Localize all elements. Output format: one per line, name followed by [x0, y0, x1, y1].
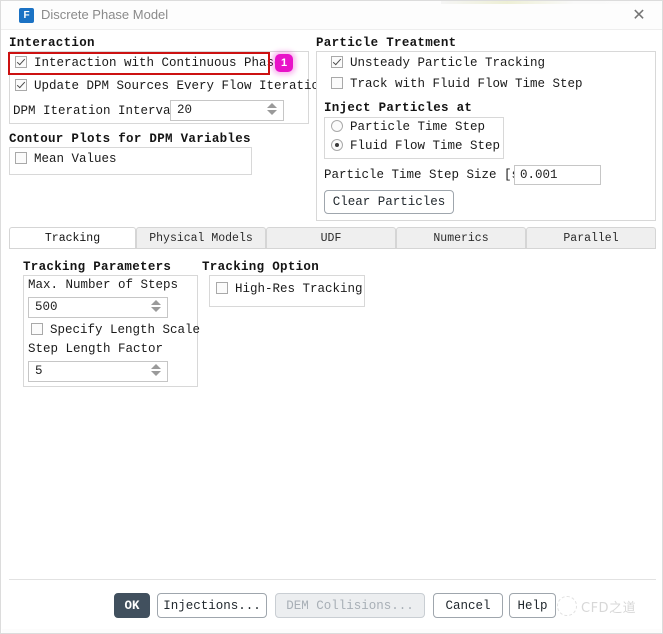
max-number-of-steps-label: Max. Number of Steps: [28, 278, 179, 292]
checkbox-interaction-with-continuous-phase[interactable]: Interaction with Continuous Phase: [15, 56, 282, 70]
ok-button[interactable]: OK: [114, 593, 150, 618]
checkbox-label: Unsteady Particle Tracking: [350, 56, 546, 70]
radio-label: Particle Time Step: [350, 120, 486, 134]
clear-particles-button[interactable]: Clear Particles: [324, 190, 454, 214]
radio-label: Fluid Flow Time Step: [350, 139, 501, 153]
dpm-iteration-interval-value: 20: [177, 103, 193, 117]
checkbox-track-with-fluid-flow-time-step[interactable]: Track with Fluid Flow Time Step: [331, 77, 583, 91]
close-icon[interactable]: ✕: [628, 6, 650, 26]
contour-plots-heading: Contour Plots for DPM Variables: [9, 132, 251, 146]
checkbox-mean-values[interactable]: Mean Values: [15, 152, 117, 166]
tab-strip: Tracking Physical Models UDF Numerics Pa…: [9, 227, 656, 249]
max-number-of-steps-stepper[interactable]: 500: [28, 297, 168, 318]
footer-separator: [9, 579, 656, 580]
checkbox-icon-checked: [15, 79, 27, 91]
background-bleed: [441, 1, 661, 4]
checkbox-specify-length-scale[interactable]: Specify Length Scale: [31, 323, 200, 337]
checkbox-icon-unchecked: [15, 152, 27, 164]
checkbox-unsteady-particle-tracking[interactable]: Unsteady Particle Tracking: [331, 56, 545, 70]
step-length-factor-value: 5: [35, 364, 43, 378]
dialog-bottom-edge: [2, 629, 661, 633]
checkbox-label: Track with Fluid Flow Time Step: [350, 77, 583, 91]
discrete-phase-model-dialog: F Discrete Phase Model ✕ Interaction Int…: [0, 0, 663, 634]
cancel-button[interactable]: Cancel: [433, 593, 503, 618]
step-length-factor-label: Step Length Factor: [28, 342, 164, 356]
annotation-step-badge-1: 1: [275, 54, 293, 72]
radio-icon-selected: [331, 139, 343, 151]
checkbox-label: Update DPM Sources Every Flow Iteration: [34, 79, 327, 93]
particle-treatment-heading: Particle Treatment: [316, 36, 457, 50]
tab-parallel[interactable]: Parallel: [526, 227, 656, 249]
watermark: CFD之道: [557, 593, 657, 619]
radio-fluid-flow-time-step[interactable]: Fluid Flow Time Step: [331, 139, 500, 153]
checkbox-icon-checked: [331, 56, 343, 68]
stepper-arrows-icon[interactable]: [151, 300, 161, 316]
max-number-of-steps-value: 500: [35, 300, 58, 314]
injections-button[interactable]: Injections...: [157, 593, 267, 618]
checkbox-label: Interaction with Continuous Phase: [34, 56, 282, 70]
tracking-parameters-heading: Tracking Parameters: [23, 260, 172, 274]
tracking-option-heading: Tracking Option: [202, 260, 320, 274]
inject-particles-at-heading: Inject Particles at: [324, 101, 473, 115]
watermark-logo-icon: [557, 596, 577, 616]
tab-tracking[interactable]: Tracking: [9, 227, 136, 249]
tab-numerics[interactable]: Numerics: [396, 227, 526, 249]
radio-particle-time-step[interactable]: Particle Time Step: [331, 120, 485, 134]
dem-collisions-button[interactable]: DEM Collisions...: [275, 593, 425, 618]
tab-udf[interactable]: UDF: [266, 227, 396, 249]
tab-underline: [9, 248, 656, 249]
checkbox-icon-unchecked: [216, 282, 228, 294]
window-title: Discrete Phase Model: [41, 7, 169, 22]
checkbox-label: Mean Values: [34, 152, 117, 166]
stepper-arrows-icon[interactable]: [151, 364, 161, 380]
watermark-text: CFD之道: [581, 601, 637, 616]
help-button[interactable]: Help: [509, 593, 556, 618]
tab-physical-models[interactable]: Physical Models: [136, 227, 266, 249]
fluent-app-icon-letter: F: [23, 10, 30, 21]
checkbox-label: Specify Length Scale: [50, 323, 201, 337]
fluent-app-icon: F: [19, 8, 34, 23]
checkbox-icon-checked: [15, 56, 27, 68]
checkbox-icon-unchecked: [31, 323, 43, 335]
radio-icon-unselected: [331, 120, 343, 132]
stepper-arrows-icon[interactable]: [267, 103, 277, 119]
checkbox-high-res-tracking[interactable]: High-Res Tracking: [216, 282, 363, 296]
checkbox-icon-unchecked: [331, 77, 343, 89]
checkbox-update-dpm-sources-every-flow-iteration[interactable]: Update DPM Sources Every Flow Iteration: [15, 79, 327, 93]
particle-time-step-size-label: Particle Time Step Size [s]: [324, 168, 527, 182]
checkbox-label: High-Res Tracking: [235, 282, 363, 296]
title-bar: F Discrete Phase Model ✕: [1, 1, 662, 30]
dpm-iteration-interval-stepper[interactable]: 20: [170, 100, 284, 121]
dpm-iteration-interval-label: DPM Iteration Interval: [13, 104, 179, 118]
particle-time-step-size-input[interactable]: 0.001: [514, 165, 601, 185]
interaction-heading: Interaction: [9, 36, 95, 50]
step-length-factor-stepper[interactable]: 5: [28, 361, 168, 382]
